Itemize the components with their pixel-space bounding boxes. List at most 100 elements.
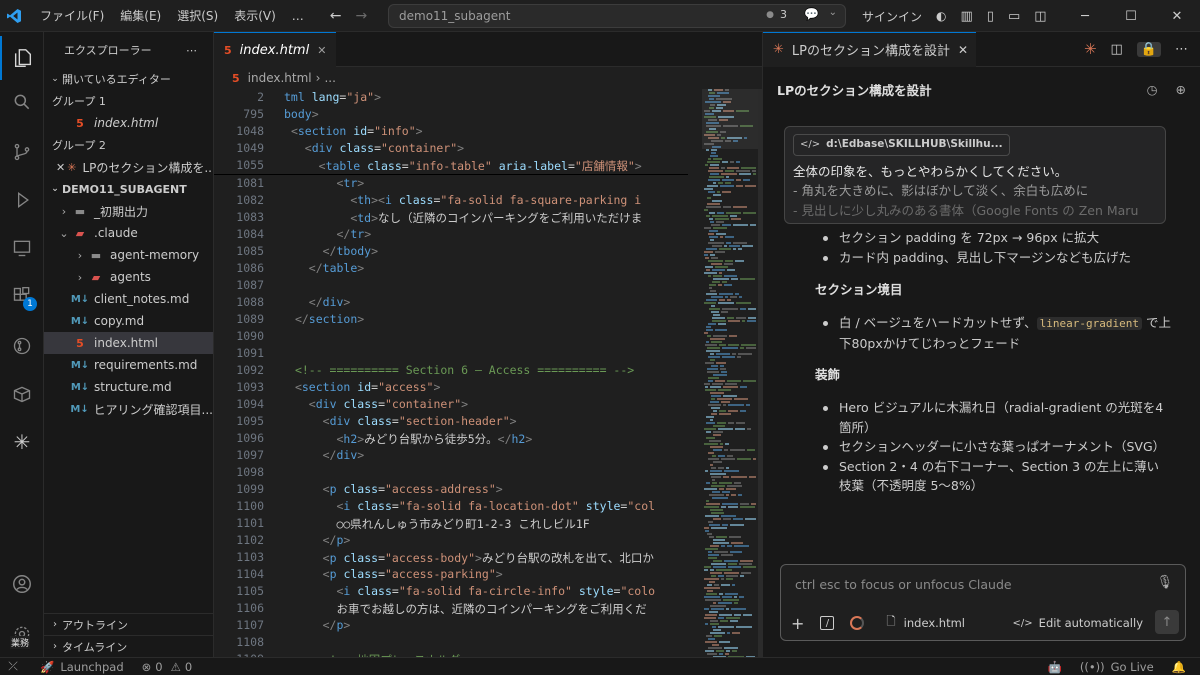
code-line[interactable]: <h2>みどり台駅から徒歩5分。</h2>	[288, 431, 532, 447]
problems-item[interactable]: ⊗ 0 ⚠ 0	[142, 660, 193, 674]
code-line[interactable]: <table class="info-table" aria-label="店舗…	[284, 158, 642, 174]
tree-item[interactable]: M↓ structure.md	[44, 376, 213, 398]
code-line[interactable]: <th><i class="fa-solid fa-square-parking…	[288, 193, 641, 207]
tree-item[interactable]: › ▬ _初期出力	[44, 200, 213, 222]
menu-view[interactable]: 表示(V)	[226, 0, 284, 32]
layout-icon[interactable]: ▥	[961, 9, 973, 24]
claude-icon[interactable]: ✳	[1084, 40, 1097, 58]
context-usage-icon[interactable]	[850, 616, 865, 630]
code-line[interactable]: <!-- ========== Section 6 — Access =====…	[288, 363, 634, 377]
breadcrumb-file[interactable]: index.html	[248, 71, 312, 85]
tree-item[interactable]: › ▰ agents	[44, 266, 213, 288]
menu-file[interactable]: ファイル(F)	[32, 0, 112, 32]
close-icon[interactable]: ✕	[958, 43, 968, 57]
code-line[interactable]: </table>	[288, 261, 364, 275]
forward-arrow-icon[interactable]: →	[356, 8, 368, 24]
code-line[interactable]: </p>	[288, 533, 351, 547]
code-line[interactable]: <section id="access">	[288, 380, 440, 394]
copilot-status-icon[interactable]: 🤖	[1048, 660, 1062, 674]
menu-more[interactable]: …	[284, 0, 312, 32]
code-line[interactable]: <div class="section-header">	[288, 414, 517, 428]
tab-index-html[interactable]: 5 index.html ✕	[214, 32, 337, 67]
remote-explorer-icon[interactable]	[0, 226, 44, 270]
tree-item[interactable]: M↓ copy.md	[44, 310, 213, 332]
tree-item[interactable]: M↓ client_notes.md	[44, 288, 213, 310]
project-section[interactable]: ⌄ DEMO11_SUBAGENT	[44, 178, 213, 200]
tree-item[interactable]: › ▬ agent-memory	[44, 244, 213, 266]
add-attachment-icon[interactable]: +	[791, 614, 804, 633]
new-chat-icon[interactable]: ⊕	[1176, 82, 1186, 97]
code-line[interactable]: <p class="access-body">みどり台駅の改札を出て、北口か	[288, 550, 654, 566]
signin-button[interactable]: サインイン	[862, 8, 922, 25]
toggle-panel-icon[interactable]: ▭	[1008, 9, 1020, 24]
code-editor[interactable]: 1081 <tr> 1082 <th><i class="fa-solid fa-…	[214, 89, 762, 657]
code-line[interactable]: <div class="container">	[288, 397, 468, 411]
more-actions-icon[interactable]: ⋯	[186, 44, 197, 57]
source-control-icon[interactable]	[0, 130, 44, 174]
chevron-down-icon[interactable]: ⌄	[829, 7, 837, 18]
command-center[interactable]: demo11_subagent ● 3 💬 ⌄	[388, 4, 846, 28]
back-arrow-icon[interactable]: ←	[330, 8, 342, 24]
more-actions-icon[interactable]: ⋯	[1175, 42, 1188, 57]
chat-icon[interactable]: 💬	[804, 7, 819, 21]
tree-item[interactable]: 5 index.html	[44, 332, 213, 354]
outline-section[interactable]: › アウトライン	[44, 613, 214, 635]
open-editor-index-html[interactable]: 5 index.html	[44, 112, 213, 134]
code-line[interactable]: </tbody>	[288, 244, 378, 258]
microphone-icon[interactable]: 🎙	[1156, 575, 1173, 590]
run-debug-icon[interactable]	[0, 178, 44, 222]
account-icon[interactable]	[0, 562, 44, 606]
code-line[interactable]: </p>	[288, 618, 351, 632]
code-line[interactable]: tml lang="ja">	[284, 90, 381, 104]
breadcrumb-symbol[interactable]: ...	[324, 71, 335, 85]
changes-count[interactable]: ● 3	[766, 8, 787, 21]
explorer-icon[interactable]	[0, 36, 44, 80]
claude-icon[interactable]: ✳	[0, 420, 44, 464]
go-live-item[interactable]: ((•)) Go Live	[1080, 660, 1154, 674]
minimap[interactable]	[702, 89, 758, 658]
user-message[interactable]: </> d:\Edbase\SKILLHUB\Skillhu... 全体の印象を…	[784, 126, 1166, 224]
toggle-primary-sidebar-icon[interactable]: ▯	[987, 9, 994, 24]
maximize-icon[interactable]: ☐	[1108, 0, 1154, 32]
chat-input[interactable]: ctrl esc to focus or unfocus Claude	[795, 577, 1012, 592]
search-icon[interactable]	[0, 80, 44, 124]
code-line[interactable]: お車でお越しの方は、近隣のコインパーキングをご利用くだ	[288, 601, 646, 617]
code-line[interactable]: <p class="access-address">	[288, 482, 503, 496]
close-icon[interactable]: ✕	[56, 161, 65, 174]
tree-item[interactable]: M↓ requirements.md	[44, 354, 213, 376]
open-editor-claude-chat[interactable]: ✕ ✳ LPのセクション構成を...	[44, 156, 213, 178]
minimize-icon[interactable]: ─	[1062, 0, 1108, 32]
code-line[interactable]: body>	[284, 107, 319, 121]
code-line[interactable]: </tr>	[288, 227, 371, 241]
timeline-section[interactable]: › タイムライン	[44, 635, 214, 657]
launchpad-item[interactable]: 🚀 Launchpad	[40, 660, 124, 674]
containers-icon[interactable]	[0, 372, 44, 416]
gitlens-icon[interactable]	[0, 324, 44, 368]
tab-claude-chat[interactable]: ✳ LPのセクション構成を設計 ✕	[763, 31, 977, 67]
code-line[interactable]: ○○県れんしゅう市みどり町1-2-3 これしビル1F	[288, 516, 589, 532]
close-icon[interactable]: ✕	[317, 44, 326, 57]
menu-selection[interactable]: 選択(S)	[169, 0, 226, 32]
code-line[interactable]: <p class="access-parking">	[288, 567, 503, 581]
code-line[interactable]: <div class="container">	[284, 141, 464, 155]
code-line[interactable]: <section id="info">	[284, 124, 423, 138]
edit-mode-toggle[interactable]: </> Edit automatically	[1013, 616, 1143, 630]
history-icon[interactable]: ◷	[1147, 82, 1158, 97]
file-reference[interactable]: 🗋 index.html	[886, 614, 965, 633]
notifications-icon[interactable]: 🔔	[1172, 660, 1186, 674]
code-line[interactable]: </div>	[288, 448, 365, 462]
tree-item[interactable]: M↓ ヒアリング確認項目...	[44, 398, 213, 420]
tree-item[interactable]: ⌄ ▰ .claude	[44, 222, 213, 244]
file-context-chip[interactable]: </> d:\Edbase\SKILLHUB\Skillhu...	[793, 133, 1010, 156]
manage-gear-icon[interactable]: 業務	[0, 612, 44, 656]
close-icon[interactable]: ✕	[1154, 0, 1200, 32]
code-line[interactable]: <i class="fa-solid fa-location-dot" styl…	[288, 499, 655, 513]
remote-indicator-icon[interactable]: ⤫	[0, 659, 26, 674]
copilot-icon[interactable]: ◐	[936, 9, 946, 23]
lock-icon[interactable]: 🔒	[1136, 41, 1161, 57]
toggle-secondary-sidebar-icon[interactable]: ◫	[1034, 9, 1046, 24]
slash-command-icon[interactable]: /	[820, 616, 835, 630]
split-editor-icon[interactable]: ◫	[1111, 42, 1123, 57]
chat-input-box[interactable]: ctrl esc to focus or unfocus Claude 🎙 + …	[780, 564, 1186, 641]
open-editors-section[interactable]: ⌄ 開いているエディター	[44, 68, 213, 90]
